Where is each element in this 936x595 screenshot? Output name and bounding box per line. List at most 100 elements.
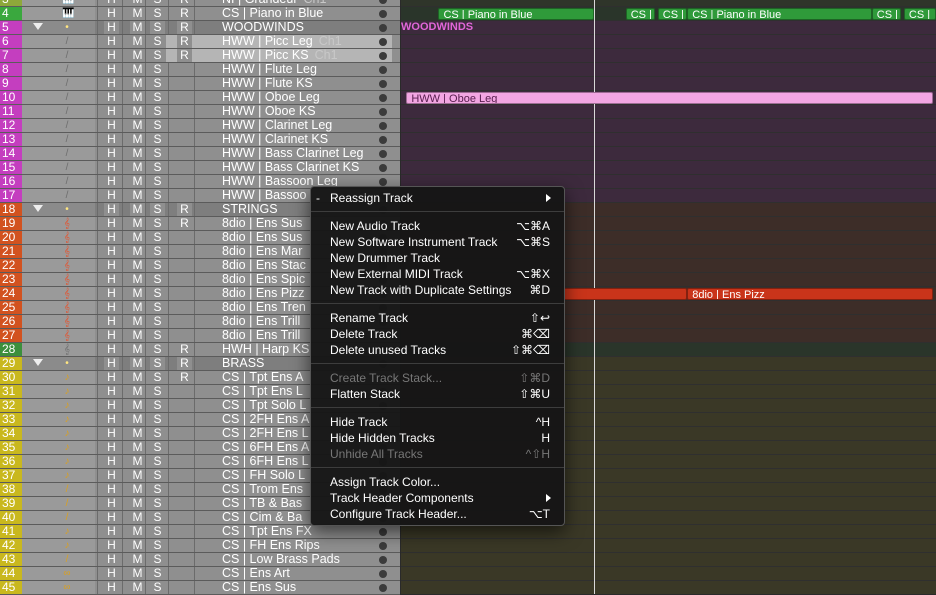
hide-button[interactable]: H: [104, 301, 119, 314]
hide-button[interactable]: H: [104, 35, 119, 48]
track-row[interactable]: 11 / H M S HWW | Oboe KS: [0, 105, 400, 119]
menu-item[interactable]: New Audio Track ⌥⌘A: [311, 218, 564, 234]
region[interactable]: CS | Piano in Blue: [438, 8, 594, 20]
track-lane[interactable]: [401, 581, 936, 594]
track-lane[interactable]: [401, 567, 936, 581]
track-row[interactable]: 4 🎹 H M S R CS | Piano in Blue: [0, 7, 400, 21]
mute-button[interactable]: M: [130, 371, 145, 384]
mute-button[interactable]: M: [130, 469, 145, 482]
menu-item[interactable]: Flatten Stack ⇧⌘U: [311, 386, 564, 402]
mute-button[interactable]: M: [130, 441, 145, 454]
hide-button[interactable]: H: [104, 133, 119, 146]
mute-button[interactable]: M: [130, 455, 145, 468]
solo-button[interactable]: S: [150, 7, 165, 20]
track-lane[interactable]: [401, 553, 936, 567]
hide-button[interactable]: H: [104, 105, 119, 118]
solo-button[interactable]: S: [150, 273, 165, 286]
mute-button[interactable]: M: [130, 21, 145, 34]
track-row[interactable]: 12 / H M S HWW | Clarinet Leg: [0, 119, 400, 133]
track-lane[interactable]: [401, 119, 936, 133]
solo-button[interactable]: S: [150, 567, 165, 580]
menu-item[interactable]: Rename Track ⇧↩: [311, 310, 564, 326]
hide-button[interactable]: H: [104, 525, 119, 538]
track-name[interactable]: CS | Ens Art: [222, 567, 372, 580]
hide-button[interactable]: H: [104, 483, 119, 496]
record-enable-dot[interactable]: [379, 528, 387, 536]
hide-button[interactable]: H: [104, 539, 119, 552]
hide-button[interactable]: H: [104, 49, 119, 62]
track-name[interactable]: HWW | Bass Clarinet KS: [222, 161, 372, 174]
mute-button[interactable]: M: [130, 385, 145, 398]
mute-button[interactable]: M: [130, 217, 145, 230]
track-row[interactable]: 14 / H M S HWW | Bass Clarinet Leg: [0, 147, 400, 161]
solo-button[interactable]: S: [150, 469, 165, 482]
region[interactable]: [561, 288, 688, 300]
track-lane[interactable]: [401, 105, 936, 119]
track-lane[interactable]: [401, 539, 936, 553]
record-button[interactable]: R: [177, 371, 192, 384]
track-lane[interactable]: [401, 147, 936, 161]
track-row[interactable]: 9 / H M S HWW | Flute KS: [0, 77, 400, 91]
menu-item[interactable]: Hide Track ^H: [311, 414, 564, 430]
solo-button[interactable]: S: [150, 483, 165, 496]
menu-item[interactable]: New Software Instrument Track ⌥⌘S: [311, 234, 564, 250]
hide-button[interactable]: H: [104, 63, 119, 76]
track-row[interactable]: 5 • H M S R WOODWINDS: [0, 21, 400, 35]
record-button[interactable]: R: [177, 357, 192, 370]
track-row[interactable]: 7 / H M S R HWW | Picc KS Ch1: [0, 49, 400, 63]
mute-button[interactable]: M: [130, 133, 145, 146]
solo-button[interactable]: S: [150, 147, 165, 160]
track-name[interactable]: HWW | Picc KS Ch1: [222, 49, 372, 62]
track-lane[interactable]: [401, 63, 936, 77]
track-row[interactable]: 8 / H M S HWW | Flute Leg: [0, 63, 400, 77]
solo-button[interactable]: S: [150, 77, 165, 90]
solo-button[interactable]: S: [150, 133, 165, 146]
record-button[interactable]: R: [177, 343, 192, 356]
solo-button[interactable]: S: [150, 189, 165, 202]
hide-button[interactable]: H: [104, 581, 119, 594]
solo-button[interactable]: S: [150, 385, 165, 398]
hide-button[interactable]: H: [104, 343, 119, 356]
track-name[interactable]: HWW | Flute Leg: [222, 63, 372, 76]
solo-button[interactable]: S: [150, 91, 165, 104]
track-lane[interactable]: [401, 133, 936, 147]
mute-button[interactable]: M: [130, 413, 145, 426]
record-enable-dot[interactable]: [379, 570, 387, 578]
region[interactable]: HWW | Oboe Leg: [406, 92, 934, 104]
record-enable-dot[interactable]: [379, 66, 387, 74]
solo-button[interactable]: S: [150, 427, 165, 440]
record-enable-dot[interactable]: [379, 0, 387, 4]
solo-button[interactable]: S: [150, 357, 165, 370]
hide-button[interactable]: H: [104, 385, 119, 398]
disclosure-triangle-icon[interactable]: [33, 205, 43, 212]
solo-button[interactable]: S: [150, 245, 165, 258]
track-row[interactable]: 6 / H M S R HWW | Picc Leg Ch1: [0, 35, 400, 49]
solo-button[interactable]: S: [150, 413, 165, 426]
track-row[interactable]: 15 / H M S HWW | Bass Clarinet KS: [0, 161, 400, 175]
track-lane[interactable]: [401, 0, 936, 7]
solo-button[interactable]: S: [150, 553, 165, 566]
record-button[interactable]: R: [177, 49, 192, 62]
track-name[interactable]: CS | Piano in Blue: [222, 7, 372, 20]
menu-item[interactable]: Delete unused Tracks ⇧⌘⌫: [311, 342, 564, 358]
track-lane[interactable]: [401, 161, 936, 175]
solo-button[interactable]: S: [150, 329, 165, 342]
record-button[interactable]: R: [177, 7, 192, 20]
mute-button[interactable]: M: [130, 259, 145, 272]
solo-button[interactable]: S: [150, 343, 165, 356]
solo-button[interactable]: S: [150, 455, 165, 468]
track-name[interactable]: CS | Low Brass Pads: [222, 553, 372, 566]
hide-button[interactable]: H: [104, 161, 119, 174]
solo-button[interactable]: S: [150, 315, 165, 328]
mute-button[interactable]: M: [130, 357, 145, 370]
region[interactable]: 8dio | Ens Pizz: [687, 288, 934, 300]
record-enable-dot[interactable]: [379, 122, 387, 130]
track-row[interactable]: 43 / H M S CS | Low Brass Pads: [0, 553, 400, 567]
record-button[interactable]: R: [177, 35, 192, 48]
hide-button[interactable]: H: [104, 245, 119, 258]
mute-button[interactable]: M: [130, 525, 145, 538]
track-name[interactable]: HWW | Clarinet KS: [222, 133, 372, 146]
record-button[interactable]: R: [177, 21, 192, 34]
mute-button[interactable]: M: [130, 49, 145, 62]
solo-button[interactable]: S: [150, 217, 165, 230]
